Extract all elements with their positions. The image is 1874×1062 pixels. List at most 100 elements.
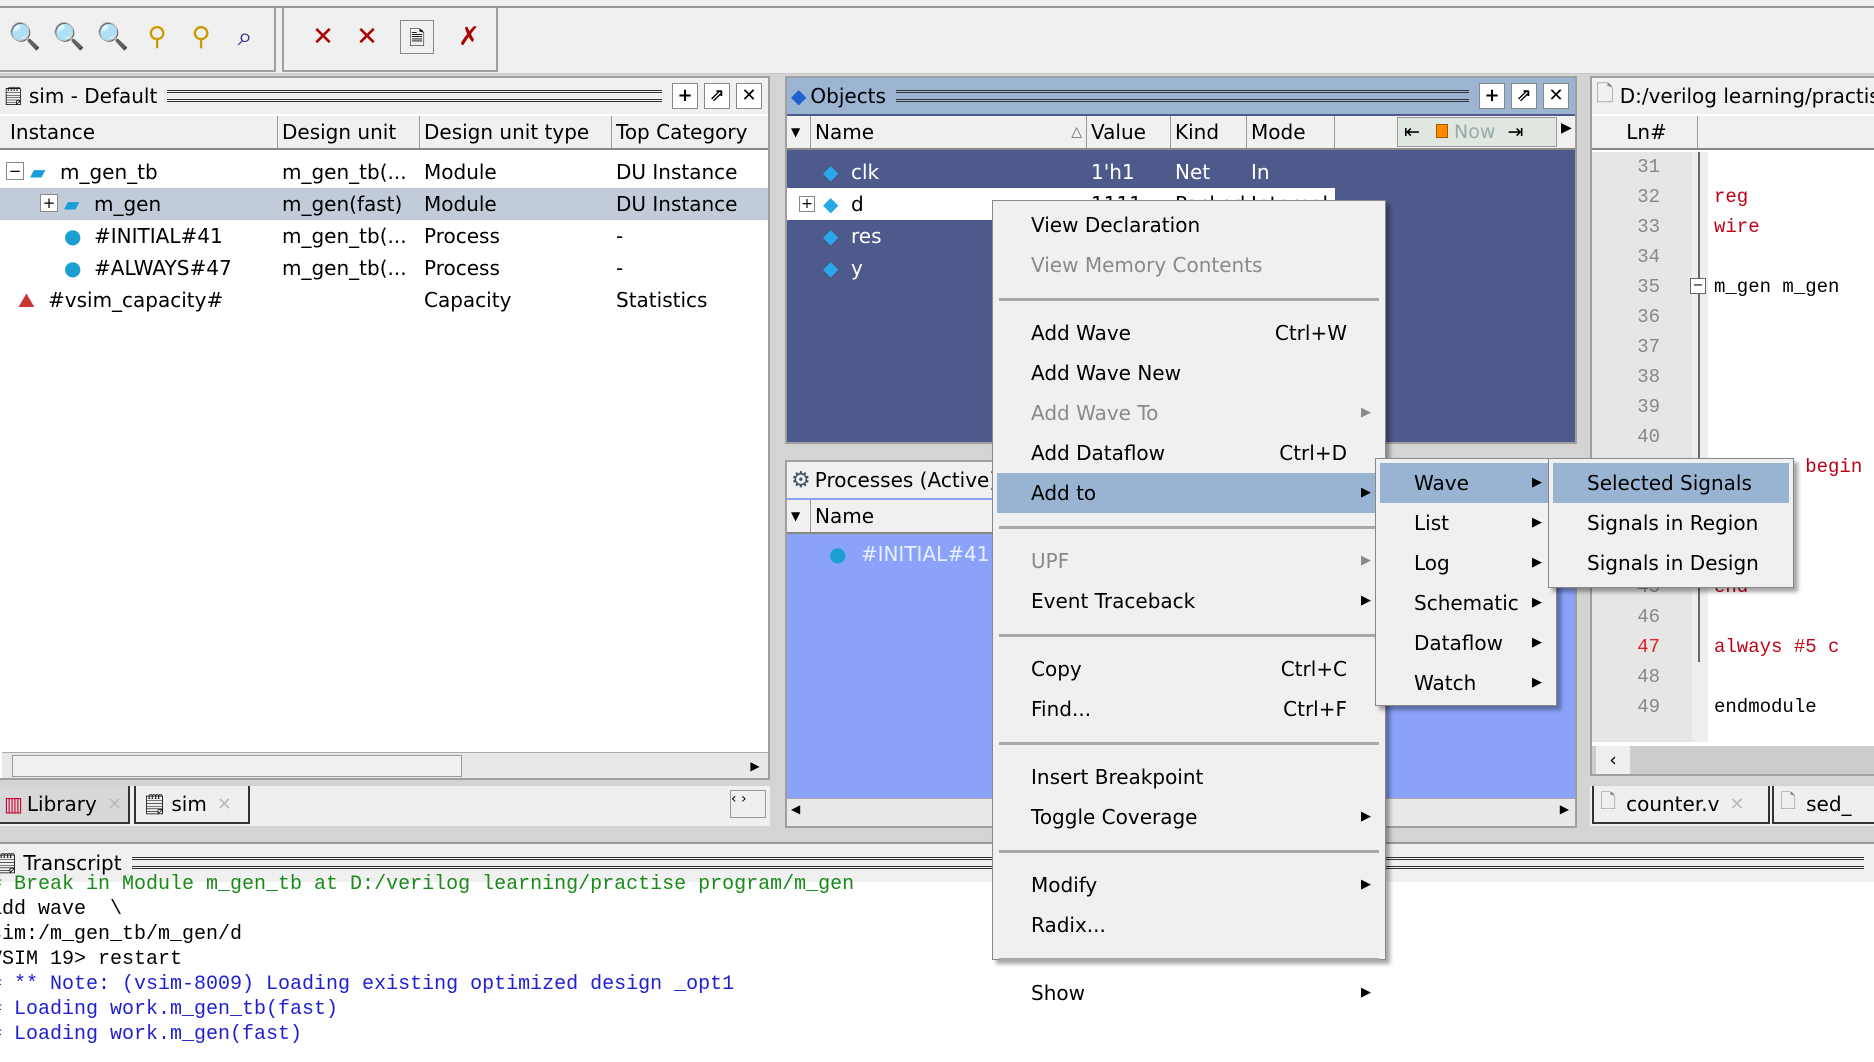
close-tab-icon[interactable]: ✕	[107, 794, 122, 815]
tab-sed[interactable]: 🗋 sed_	[1772, 786, 1874, 824]
menu-item-wave[interactable]: Wave ▶	[1380, 463, 1552, 503]
menu-item-list[interactable]: List ▶	[1380, 503, 1552, 543]
scroll-left-icon[interactable]: ‹	[1596, 746, 1630, 774]
tab-library[interactable]: ▥ Library ✕	[0, 786, 130, 824]
file-compare-icon[interactable]: 🗎	[400, 20, 434, 54]
menu-item-add-wave-new[interactable]: Add Wave New	[997, 353, 1381, 393]
menu-item-find[interactable]: Find... Ctrl+F	[997, 689, 1381, 729]
processes-panel-title: Processes (Active)	[814, 468, 998, 492]
menu-item-insert-breakpoint[interactable]: Insert Breakpoint	[997, 757, 1381, 797]
filter-icon[interactable]: ▼	[787, 500, 811, 532]
instance-name: m_gen_tb	[60, 160, 158, 184]
line-number[interactable]: 49	[1592, 692, 1688, 722]
object-row[interactable]: ◆ clk 1'h1 Net In	[787, 156, 1575, 188]
menu-item-view-declaration[interactable]: View Declaration	[997, 205, 1381, 245]
menu-item-upf[interactable]: UPF ▶	[997, 541, 1381, 581]
line-number[interactable]: 40	[1592, 422, 1688, 452]
menu-item-add-to[interactable]: Add to ▶	[997, 473, 1381, 513]
menu-item-add-dataflow[interactable]: Add Dataflow Ctrl+D	[997, 433, 1381, 473]
go-to-end-icon[interactable]: ⇥	[1507, 121, 1523, 143]
tab-scroll-arrows[interactable]: ‹ ›	[730, 790, 766, 818]
scroll-left-icon[interactable]: ◀	[791, 802, 800, 816]
line-number[interactable]: 39	[1592, 392, 1688, 422]
remove-icon[interactable]: ✗	[452, 20, 486, 54]
line-number[interactable]: 47	[1592, 632, 1688, 662]
drag-grip[interactable]	[895, 90, 1469, 102]
column-value[interactable]: Value	[1087, 116, 1171, 148]
menu-item-schematic[interactable]: Schematic ▶	[1380, 583, 1552, 623]
menu-item-dataflow[interactable]: Dataflow ▶	[1380, 623, 1552, 663]
tree-row[interactable]: − ▰ m_gen_tb m_gen_tb(... Module DU Instance	[0, 156, 768, 188]
scrollbar-thumb[interactable]	[12, 755, 462, 777]
undock-icon[interactable]: ⇗	[1511, 83, 1537, 109]
horizontal-scrollbar[interactable]: ‹	[1592, 746, 1874, 774]
line-number[interactable]: 36	[1592, 302, 1688, 332]
column-kind[interactable]: Kind	[1171, 116, 1247, 148]
menu-item-watch[interactable]: Watch ▶	[1380, 663, 1552, 703]
column-design-unit[interactable]: Design unit	[278, 116, 420, 148]
menu-item-signals-in-design[interactable]: Signals in Design	[1553, 543, 1789, 583]
zoom-full-icon[interactable]: 🔍	[96, 20, 130, 54]
zoom-in-icon[interactable]: 🔍	[8, 20, 42, 54]
line-number[interactable]: 31	[1592, 152, 1688, 182]
close-tab-icon[interactable]: ✕	[217, 794, 232, 815]
line-number[interactable]: 34	[1592, 242, 1688, 272]
menu-item-copy[interactable]: Copy Ctrl+C	[997, 649, 1381, 689]
menu-item-modify[interactable]: Modify ▶	[997, 865, 1381, 905]
go-to-start-icon[interactable]: ⇤	[1404, 121, 1420, 143]
add-icon[interactable]: +	[672, 83, 698, 109]
zoom-area-icon[interactable]: ⌕	[228, 20, 262, 54]
line-number[interactable]: 35	[1592, 272, 1688, 302]
menu-item-signals-in-region[interactable]: Signals in Region	[1553, 503, 1789, 543]
menu-item-view-memory-contents[interactable]: View Memory Contents	[997, 245, 1381, 285]
column-instance[interactable]: Instance	[6, 116, 278, 148]
close-tab-icon[interactable]: ✕	[1729, 794, 1744, 815]
drag-grip[interactable]	[167, 90, 662, 102]
expand-toggle[interactable]: −	[6, 162, 24, 180]
fold-toggle[interactable]: −	[1690, 278, 1706, 294]
tree-row[interactable]: ● #ALWAYS#47 m_gen_tb(... Process -	[0, 252, 768, 284]
column-top-category[interactable]: Top Category	[612, 116, 768, 148]
delete-cursor-left-icon[interactable]: ✕	[306, 20, 340, 54]
tab-sim[interactable]: 🗒 sim ✕	[134, 786, 250, 824]
column-design-unit-type[interactable]: Design unit type	[420, 116, 612, 148]
line-number[interactable]: 48	[1592, 662, 1688, 692]
expand-toggle[interactable]: +	[799, 196, 815, 212]
scroll-right-icon[interactable]: ▶	[1560, 802, 1569, 816]
column-mode[interactable]: Mode	[1247, 116, 1335, 148]
menu-item-event-traceback[interactable]: Event Traceback ▶	[997, 581, 1381, 621]
now-button[interactable]: Now	[1454, 121, 1495, 143]
zoom-out-icon[interactable]: 🔍	[52, 20, 86, 54]
line-number[interactable]: 37	[1592, 332, 1688, 362]
tab-counter-v[interactable]: 🗋 counter.v ✕	[1592, 786, 1770, 824]
menu-item-selected-signals[interactable]: Selected Signals	[1553, 463, 1789, 503]
cursor-right-icon[interactable]: ⚲	[184, 20, 218, 54]
tree-row[interactable]: + ▰ m_gen m_gen(fast) Module DU Instance	[0, 188, 768, 220]
add-icon[interactable]: +	[1479, 83, 1505, 109]
menu-item-radix[interactable]: Radix...	[997, 905, 1381, 945]
menu-item-toggle-coverage[interactable]: Toggle Coverage ▶	[997, 797, 1381, 837]
column-name[interactable]: Name △	[811, 116, 1087, 148]
menu-item-log[interactable]: Log ▶	[1380, 543, 1552, 583]
line-number[interactable]: 33	[1592, 212, 1688, 242]
tree-row[interactable]: ⛰ #vsim_capacity# Capacity Statistics	[0, 284, 768, 316]
expand-toggle[interactable]: +	[40, 194, 58, 212]
menu-item-add-wave[interactable]: Add Wave Ctrl+W	[997, 313, 1381, 353]
tree-row[interactable]: ● #INITIAL#41 m_gen_tb(... Process -	[0, 220, 768, 252]
line-number[interactable]: 38	[1592, 362, 1688, 392]
delete-cursor-right-icon[interactable]: ✕	[350, 20, 384, 54]
undock-icon[interactable]: ⇗	[704, 83, 730, 109]
line-number[interactable]: 32	[1592, 182, 1688, 212]
horizontal-scrollbar[interactable]: ▶	[2, 752, 768, 778]
filter-icon[interactable]: ▼	[787, 116, 811, 148]
scroll-right-icon[interactable]: ▶	[744, 755, 766, 777]
scroll-columns-right-icon[interactable]: ▶	[1561, 120, 1572, 136]
close-icon[interactable]: ✕	[736, 83, 762, 109]
column-line-number[interactable]: Ln#	[1592, 116, 1698, 148]
process-row[interactable]: ● #INITIAL#41	[829, 538, 989, 570]
menu-item-show[interactable]: Show ▶	[997, 973, 1381, 1013]
cursor-left-icon[interactable]: ⚲	[140, 20, 174, 54]
line-number[interactable]: 46	[1592, 602, 1688, 632]
menu-item-add-wave-to[interactable]: Add Wave To ▶	[997, 393, 1381, 433]
close-icon[interactable]: ✕	[1543, 83, 1569, 109]
